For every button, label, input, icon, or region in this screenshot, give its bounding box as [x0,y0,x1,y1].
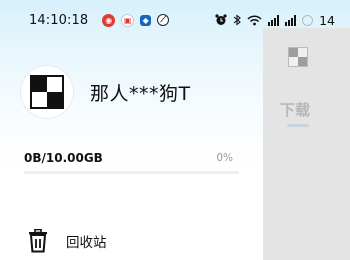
alarm-icon [215,14,227,25]
avatar-logo-icon [30,75,64,109]
storage-percent: 0% [216,152,233,164]
weibo-icon: ◉ [102,13,116,27]
status-time: 14:10:18 [29,12,89,28]
wifi-icon [247,14,262,25]
signal-icon [268,14,280,26]
username: 那人***狗T [90,82,191,105]
storage-info: 0B/10.00GB 0% [24,151,233,165]
signal-icon-2 [285,14,297,26]
side-panel[interactable]: 下载 [263,28,350,260]
menu-item-recycle-bin[interactable]: 回收站 [27,229,107,253]
menu-item-label: 回收站 [66,235,107,251]
app-logo-icon [288,47,308,67]
status-bar: 14:10:18 ◉ ▣ ◆ ⟋ 14 [0,0,350,40]
storage-progress-bar [24,171,239,174]
bluetooth-icon [233,14,241,26]
trash-icon [29,229,47,253]
status-left: 14:10:18 ◉ ▣ ◆ ⟋ [29,12,170,28]
tab-indicator [287,124,309,127]
blue-app-icon: ◆ [140,14,152,26]
storage-used-total: 0B/10.00GB [24,151,103,165]
profile-header[interactable]: 那人***狗T [21,66,191,118]
compass-icon: ⟋ [157,14,170,26]
tab-download[interactable]: 下载 [280,99,310,120]
avatar[interactable] [21,66,73,118]
status-right: 14 [215,13,335,28]
app-icon: ▣ [121,13,135,27]
battery-level: 14 [319,12,335,28]
battery-icon [302,14,314,26]
